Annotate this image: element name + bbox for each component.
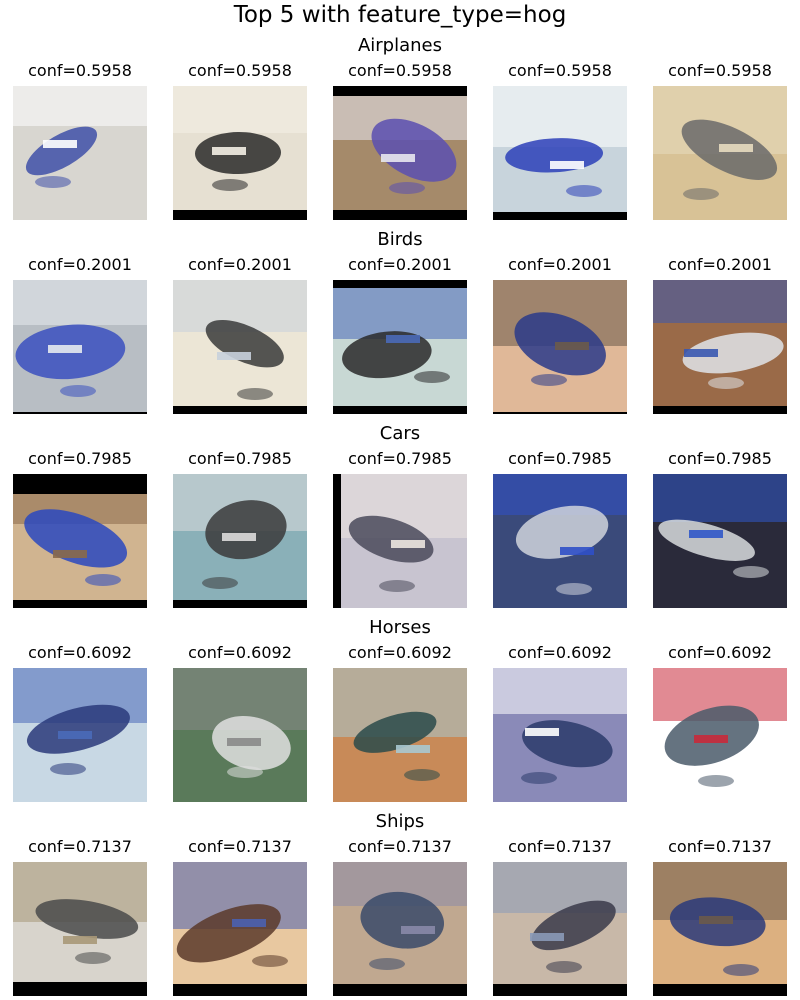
row-label-ships: Ships [375,811,425,832]
inverted-car-photo [13,474,147,608]
confidence-caption: conf=0.2001 [508,255,612,274]
confidence-caption: conf=0.7137 [508,837,612,856]
row-label-birds: Birds [377,229,423,250]
confidence-caption: conf=0.6092 [188,643,292,662]
confidence-caption: conf=0.7137 [188,837,292,856]
row-label-cars: Cars [379,423,421,444]
inverted-ship-photo [653,862,787,996]
confidence-caption: conf=0.2001 [28,255,132,274]
inverted-ship-photo [333,862,467,996]
confidence-caption: conf=0.6092 [348,643,452,662]
inverted-car-photo [493,474,627,608]
inverted-horse-photo [173,668,307,802]
confidence-caption: conf=0.6092 [508,643,612,662]
inverted-bird-photo [493,280,627,414]
inverted-car-photo [653,474,787,608]
inverted-airplane-photo [13,86,147,220]
confidence-caption: conf=0.5958 [188,61,292,80]
inverted-ship-photo [173,862,307,996]
confidence-caption: conf=0.6092 [28,643,132,662]
confidence-caption: conf=0.7985 [188,449,292,468]
inverted-car-photo [333,474,467,608]
confidence-caption: conf=0.5958 [668,61,772,80]
row-label-horses: Horses [369,617,431,638]
inverted-airplane-photo [493,86,627,220]
inverted-bird-photo [653,280,787,414]
confidence-caption: conf=0.7985 [28,449,132,468]
confidence-caption: conf=0.7137 [668,837,772,856]
figure-title: Top 5 with feature_type=hog [233,2,567,28]
inverted-horse-photo [493,668,627,802]
inverted-airplane-photo [333,86,467,220]
confidence-caption: conf=0.6092 [668,643,772,662]
confidence-caption: conf=0.2001 [668,255,772,274]
inverted-horse-photo [333,668,467,802]
inverted-airplane-photo [173,86,307,220]
confidence-caption: conf=0.7137 [348,837,452,856]
row-label-airplanes: Airplanes [357,35,443,56]
inverted-horse-photo [653,668,787,802]
confidence-caption: conf=0.7985 [668,449,772,468]
confidence-caption: conf=0.5958 [348,61,452,80]
confidence-caption: conf=0.2001 [348,255,452,274]
confidence-caption: conf=0.7985 [348,449,452,468]
inverted-bird-photo [173,280,307,414]
inverted-ship-photo [493,862,627,996]
confidence-caption: conf=0.2001 [188,255,292,274]
inverted-horse-photo [13,668,147,802]
inverted-airplane-photo [653,86,787,220]
confidence-caption: conf=0.5958 [508,61,612,80]
inverted-car-photo [173,474,307,608]
inverted-bird-photo [13,280,147,414]
confidence-caption: conf=0.7137 [28,837,132,856]
confidence-caption: conf=0.7985 [508,449,612,468]
confidence-caption: conf=0.5958 [28,61,132,80]
inverted-bird-photo [333,280,467,414]
inverted-ship-photo [13,862,147,996]
